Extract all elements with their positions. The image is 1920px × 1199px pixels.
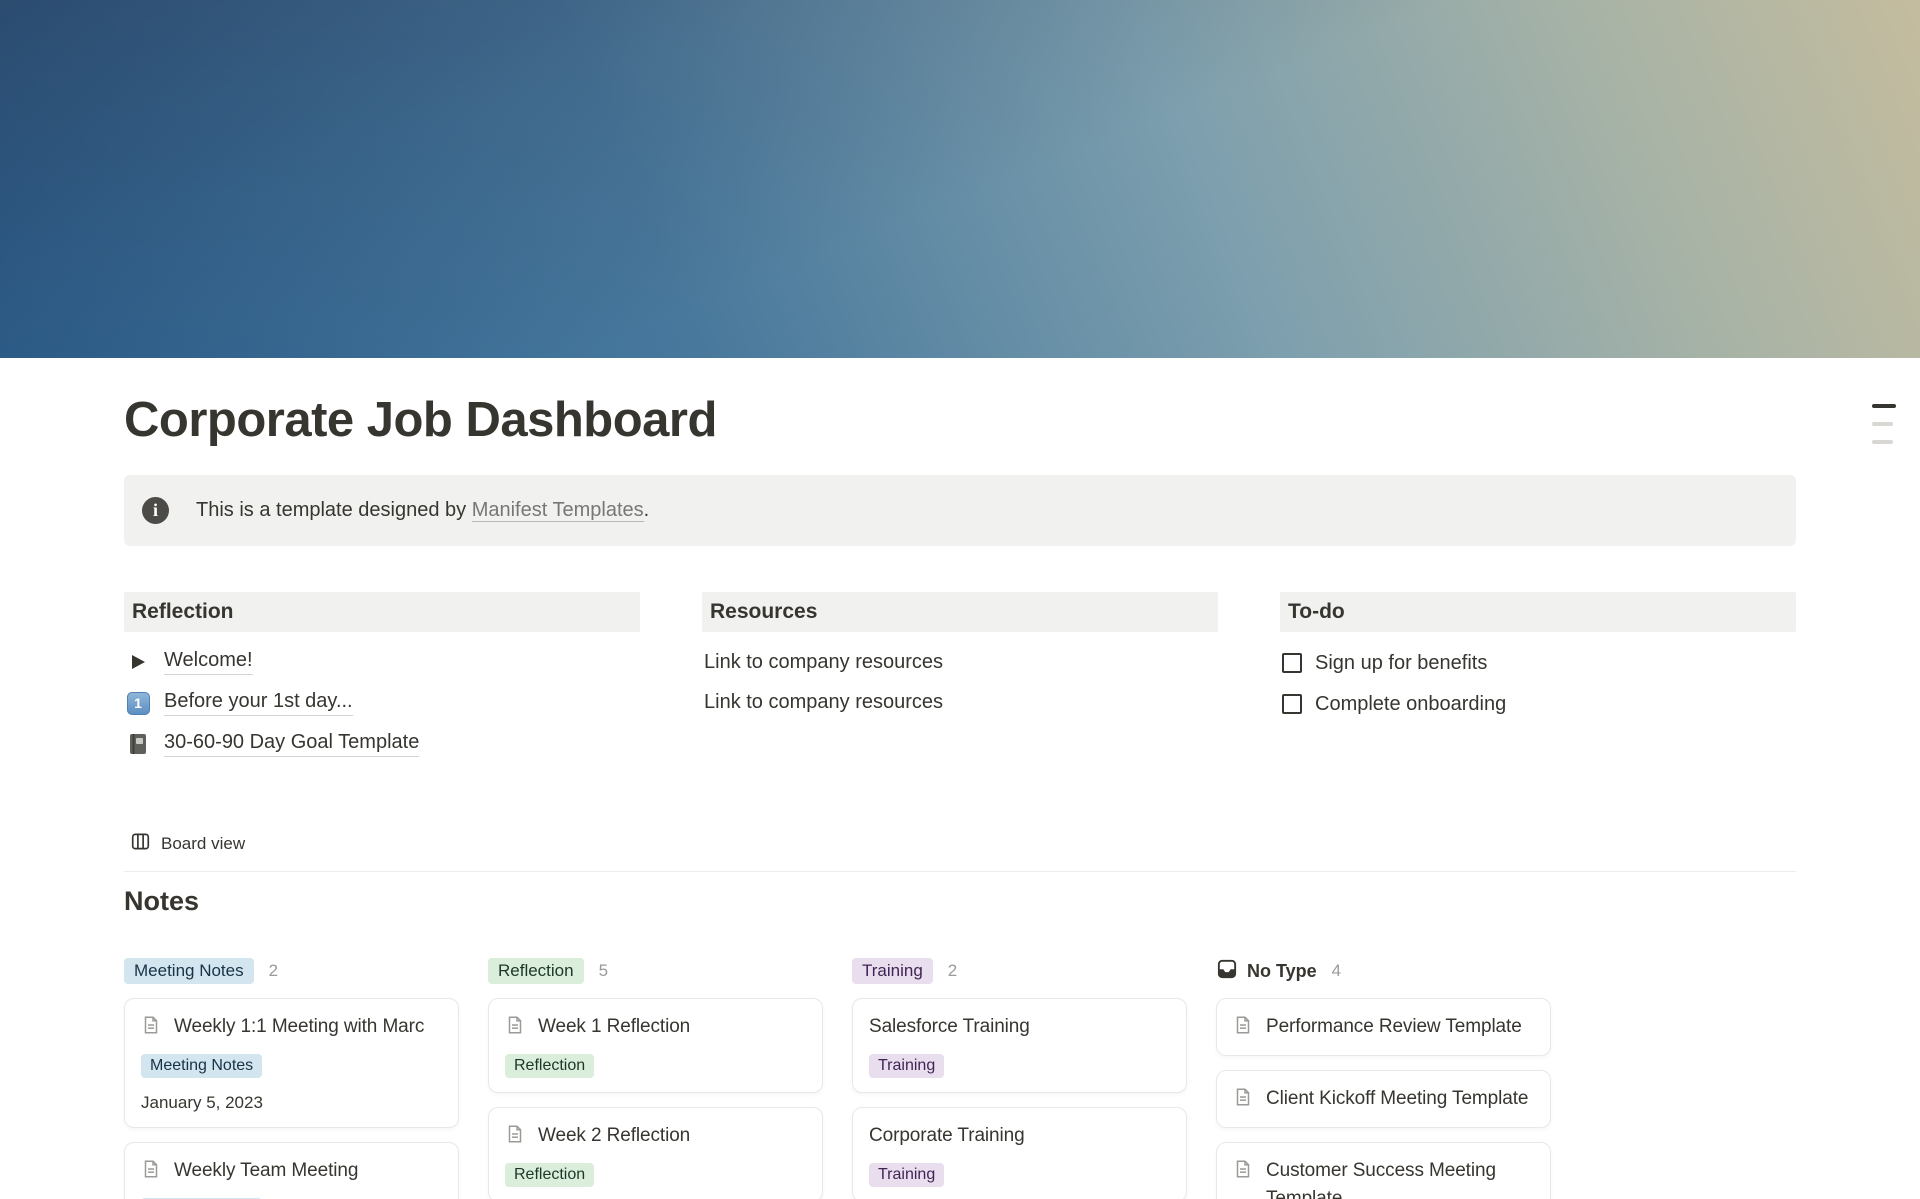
document-icon (505, 1124, 525, 1149)
board-column: Training2Salesforce TrainingTrainingCorp… (852, 957, 1187, 1199)
board-column-header: Reflection 5 (488, 957, 823, 985)
notebook-icon (126, 733, 150, 755)
views-bar: Board view (124, 829, 1796, 872)
table-of-contents[interactable] (1872, 404, 1896, 458)
board-group-count: 2 (948, 961, 957, 981)
page-link-row: 1 Before your 1st day... (126, 690, 640, 716)
board-card[interactable]: Week 1 Reflection Reflection (488, 998, 823, 1093)
board-group-tag[interactable]: Reflection (488, 958, 584, 984)
callout-link[interactable]: Manifest Templates (472, 499, 644, 522)
page-link-row: Welcome! (126, 649, 640, 675)
card-title: Performance Review Template (1266, 1013, 1522, 1041)
card-tag: Meeting Notes (141, 1054, 262, 1078)
resource-text: Link to company resources (704, 649, 1218, 675)
board-card[interactable]: Week 2 Reflection Reflection (488, 1107, 823, 1199)
board-column-header: No Type 4 (1216, 957, 1551, 985)
card-title: Weekly 1:1 Meeting with Marc (174, 1013, 424, 1041)
column-reflection: Reflection Welcome! 1 Before your 1st day.… (124, 592, 640, 772)
card-title: Corporate Training (869, 1122, 1025, 1150)
board-section-title: Notes (124, 886, 1796, 917)
todo-item: Complete onboarding (1282, 690, 1796, 718)
board-view-icon (130, 831, 151, 857)
page-link[interactable]: Welcome! (164, 649, 253, 675)
board-group-count: 4 (1332, 961, 1341, 981)
todo-label: Complete onboarding (1315, 693, 1506, 716)
resource-text: Link to company resources (704, 689, 1218, 715)
callout-text-after: . (644, 499, 650, 521)
document-icon (1233, 1015, 1253, 1040)
card-tag: Reflection (505, 1054, 594, 1078)
toc-line (1872, 440, 1893, 444)
column-header: To-do (1280, 592, 1796, 632)
board-card[interactable]: Weekly Team MeetingMeeting Notes (124, 1142, 459, 1199)
todo-item: Sign up for benefits (1282, 649, 1796, 677)
todo-checkbox[interactable] (1282, 653, 1302, 673)
card-title: Week 1 Reflection (538, 1013, 690, 1041)
board-group-name: No Type (1247, 961, 1317, 982)
board-group-label[interactable]: No Type (1216, 958, 1317, 985)
card-title: Customer Success Meeting Template (1266, 1157, 1534, 1199)
column-header: Reflection (124, 592, 640, 632)
card-title: Client Kickoff Meeting Template (1266, 1085, 1528, 1113)
play-icon (126, 652, 150, 672)
callout: i This is a template designed by Manifes… (124, 475, 1796, 546)
cover-image (0, 0, 1920, 358)
card-title: Week 2 Reflection (538, 1122, 690, 1150)
document-icon (505, 1015, 525, 1040)
document-icon (1233, 1087, 1253, 1112)
board-card[interactable]: Weekly 1:1 Meeting with Marc Meeting Note… (124, 998, 459, 1128)
board-card[interactable]: Customer Success Meeting Template (1216, 1142, 1551, 1199)
document-icon (1233, 1159, 1253, 1184)
board-card[interactable]: Salesforce Training Training (852, 998, 1187, 1093)
page-link-row: 30-60-90 Day Goal Template (126, 731, 640, 757)
board-card[interactable]: Corporate Training Training (852, 1107, 1187, 1199)
board-group-tag[interactable]: Training (852, 958, 933, 984)
info-icon: i (142, 497, 169, 524)
card-title: Weekly Team Meeting (174, 1157, 358, 1185)
board-column-header: Training 2 (852, 957, 1187, 985)
callout-text: This is a template designed by Manifest … (196, 499, 649, 522)
board-column: Meeting Notes 2 Weekly 1:1 Meeting with Ma… (124, 957, 459, 1199)
column-todo: To-do Sign up for benefits Complete onboa… (1280, 592, 1796, 772)
tab-board-view[interactable]: Board view (124, 829, 251, 859)
page-link[interactable]: 30-60-90 Day Goal Template (164, 731, 419, 757)
board-card[interactable]: Performance Review Template (1216, 998, 1551, 1056)
document-icon (141, 1159, 161, 1184)
toc-line (1872, 422, 1893, 426)
board-column: No Type 4 Performance Review Template Clien… (1216, 957, 1551, 1199)
page-title: Corporate Job Dashboard (124, 392, 1796, 448)
keycap-one-icon: 1 (126, 692, 150, 715)
column-header: Resources (702, 592, 1218, 632)
document-icon (141, 1015, 161, 1040)
card-tag: Training (869, 1054, 944, 1078)
card-title: Salesforce Training (869, 1013, 1030, 1041)
board-group-count: 5 (599, 961, 608, 981)
board-group-tag[interactable]: Meeting Notes (124, 958, 254, 984)
card-tag: Reflection (505, 1163, 594, 1187)
board-column-header: Meeting Notes 2 (124, 957, 459, 985)
todo-checkbox[interactable] (1282, 694, 1302, 714)
card-tag: Training (869, 1163, 944, 1187)
view-tab-label: Board view (161, 834, 245, 854)
card-date: January 5, 2023 (141, 1093, 442, 1113)
page-link[interactable]: Before your 1st day... (164, 690, 353, 716)
todo-label: Sign up for benefits (1315, 652, 1487, 675)
board-column: Reflection5Week 1 ReflectionReflectionWe… (488, 957, 823, 1199)
column-resources: Resources Link to company resources Link … (702, 592, 1218, 772)
board-card[interactable]: Client Kickoff Meeting Template (1216, 1070, 1551, 1128)
inbox-icon (1216, 958, 1238, 985)
toc-line (1872, 404, 1896, 408)
board-group-count: 2 (269, 961, 278, 981)
callout-text-before: This is a template designed by (196, 499, 472, 521)
